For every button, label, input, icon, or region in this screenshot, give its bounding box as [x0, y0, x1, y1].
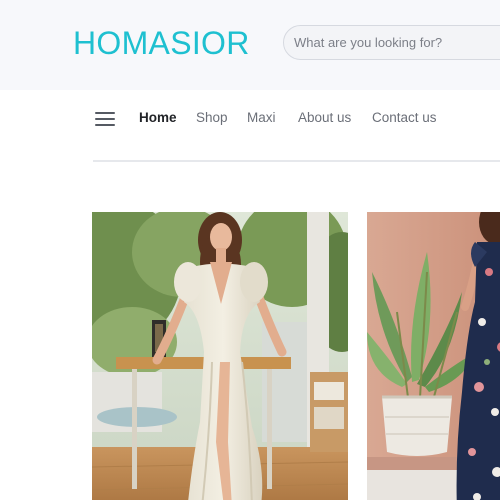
hamburger-line	[95, 124, 115, 126]
product-image-cream-dress	[92, 212, 348, 500]
search-input[interactable]	[294, 26, 500, 59]
product-card-1[interactable]	[92, 212, 348, 500]
nav-item-maxi[interactable]: Maxi	[247, 109, 276, 127]
product-card-2[interactable]	[367, 212, 500, 500]
hamburger-line	[95, 112, 115, 114]
product-image-floral-dress	[367, 212, 500, 500]
nav-divider	[93, 160, 500, 162]
page: HOMASIOR Home Shop Maxi About us Contact…	[0, 0, 500, 500]
nav-item-about-us[interactable]: About us	[298, 109, 351, 127]
hamburger-line	[95, 118, 115, 120]
hamburger-menu-icon[interactable]	[95, 111, 115, 127]
nav-item-shop[interactable]: Shop	[196, 109, 228, 127]
search-box[interactable]	[283, 25, 500, 60]
nav-item-home[interactable]: Home	[139, 109, 177, 127]
nav-item-contact-us[interactable]: Contact us	[372, 109, 437, 127]
site-header: HOMASIOR	[0, 0, 500, 90]
site-logo[interactable]: HOMASIOR	[73, 24, 250, 62]
